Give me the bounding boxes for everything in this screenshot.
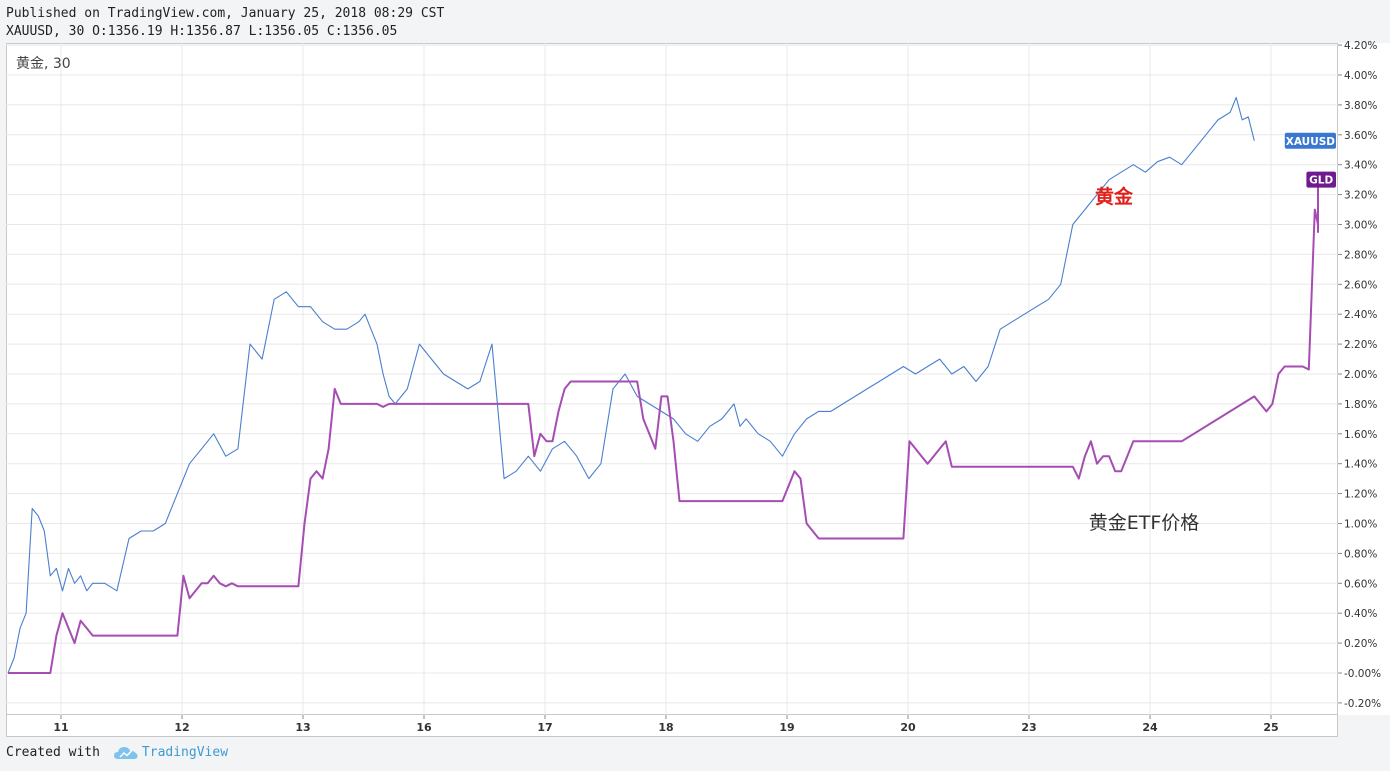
y-tick-label: 4.20% [1344, 40, 1377, 52]
annotation-gold-etf: 黄金ETF价格 [1089, 512, 1200, 534]
y-tick-label: 1.20% [1344, 489, 1377, 501]
y-tick-label: 0.80% [1344, 548, 1377, 560]
x-tick-label: 16 [416, 721, 432, 734]
x-tick-label: 18 [658, 721, 673, 734]
x-tick-label: 13 [295, 721, 310, 734]
y-tick-label: 0.60% [1344, 578, 1377, 590]
x-tick-label: 12 [174, 721, 189, 734]
last-value-tag-label: GLD [1309, 175, 1333, 187]
x-tick-label: 17 [537, 721, 552, 734]
series-line-xauusd [7, 96, 1255, 674]
x-tick-label: 11 [53, 721, 68, 734]
y-tick-label: 1.00% [1344, 519, 1377, 531]
y-tick-layer: 4.20% 4.00% 3.80% 3.60% 3.40% 3.20% 3.00% 2.80%… [1338, 40, 1381, 710]
series-layer [7, 96, 1319, 674]
grid-layer [6, 43, 1338, 715]
last-value-tag-label: XAUUSD [1286, 136, 1336, 148]
created-with-text: Created with [6, 745, 100, 760]
annotation-gold: 黄金 [1095, 185, 1134, 208]
y-tick-label: 3.00% [1344, 220, 1377, 232]
footer: Created with TradingView [6, 745, 228, 761]
y-tick-label: -0.00% [1344, 668, 1381, 680]
x-tick-label: 23 [1021, 721, 1036, 734]
y-tick-label: 1.40% [1344, 459, 1377, 471]
y-tick-label: 3.20% [1344, 190, 1377, 202]
x-tick-layer: 11 12 13 16 17 18 19 20 23 24 25 [53, 715, 1279, 734]
y-tick-label: 0.20% [1344, 638, 1377, 650]
x-tick-label: 19 [779, 721, 794, 734]
tradingview-cloud-icon [113, 747, 138, 759]
pane-label: 黄金, 30 [16, 55, 71, 72]
y-tick-label: 3.80% [1344, 100, 1377, 112]
y-tick-label: 2.20% [1344, 339, 1377, 351]
x-tick-label: 20 [900, 721, 916, 734]
last-value-tag-layer: XAUUSD GLD [1284, 132, 1336, 188]
y-tick-label: 1.80% [1344, 399, 1377, 411]
y-tick-label: 3.60% [1344, 130, 1377, 142]
x-tick-label: 24 [1142, 721, 1158, 734]
y-tick-label: 2.60% [1344, 279, 1377, 291]
y-tick-label: 1.60% [1344, 429, 1377, 441]
y-tick-label: 0.40% [1344, 608, 1377, 620]
tradingview-link[interactable]: TradingView [142, 745, 228, 761]
y-tick-label: 2.80% [1344, 249, 1377, 261]
y-tick-label: -0.20% [1344, 698, 1381, 710]
x-tick-label: 25 [1263, 721, 1278, 734]
y-tick-label: 2.00% [1344, 369, 1377, 381]
chart-svg: 4.20% 4.00% 3.80% 3.60% 3.40% 3.20% 3.00% 2.80%… [6, 40, 1381, 734]
y-tick-label: 4.00% [1344, 70, 1377, 82]
y-tick-label: 2.40% [1344, 309, 1377, 321]
series-line-gld [8, 172, 1319, 674]
y-tick-label: 3.40% [1344, 160, 1377, 172]
